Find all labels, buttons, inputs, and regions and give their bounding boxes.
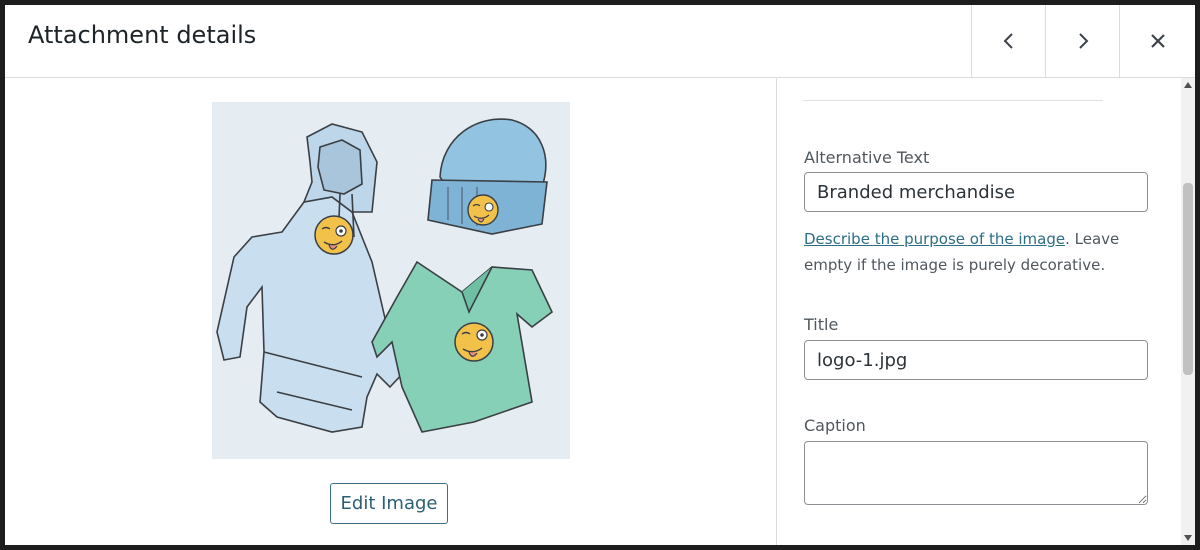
alt-text-help: Describe the purpose of the image. Leave…: [804, 226, 1134, 278]
scrollbar-thumb[interactable]: [1183, 183, 1193, 375]
hoodie-drawing: [216, 123, 405, 433]
attachment-details-sidebar: Alternative Text Describe the purpose of…: [776, 78, 1195, 545]
tshirt-emoji: [454, 322, 494, 362]
describe-purpose-link[interactable]: Describe the purpose of the image: [804, 230, 1065, 248]
alt-text-input[interactable]: [804, 172, 1148, 212]
attachment-media-view: Edit Image: [5, 78, 776, 545]
previous-button[interactable]: [971, 5, 1045, 77]
chevron-right-icon: [1078, 33, 1088, 49]
scroll-up-arrow-icon[interactable]: [1184, 82, 1192, 88]
edit-image-button[interactable]: Edit Image: [330, 483, 448, 524]
attachment-modal: Attachment details Edit Image Alternativ…: [5, 5, 1195, 545]
sidebar-scrollbar[interactable]: [1181, 78, 1195, 545]
title-label: Title: [804, 315, 839, 334]
caption-label: Caption: [804, 416, 866, 435]
hoodie-emoji: [314, 215, 354, 255]
merchandise-illustration: [216, 118, 554, 433]
modal-title: Attachment details: [28, 21, 257, 49]
scroll-down-arrow-icon[interactable]: [1184, 535, 1192, 541]
next-button[interactable]: [1045, 5, 1119, 77]
caption-textarea[interactable]: [804, 441, 1148, 505]
close-icon: [1151, 34, 1165, 48]
title-input[interactable]: [804, 340, 1148, 380]
attachment-image: [212, 102, 570, 459]
section-divider: [803, 100, 1103, 101]
chevron-left-icon: [1003, 33, 1013, 49]
alt-text-label: Alternative Text: [804, 148, 930, 167]
modal-header: Attachment details: [5, 5, 1195, 78]
beanie-emoji: [467, 194, 499, 226]
close-button[interactable]: [1119, 5, 1195, 77]
